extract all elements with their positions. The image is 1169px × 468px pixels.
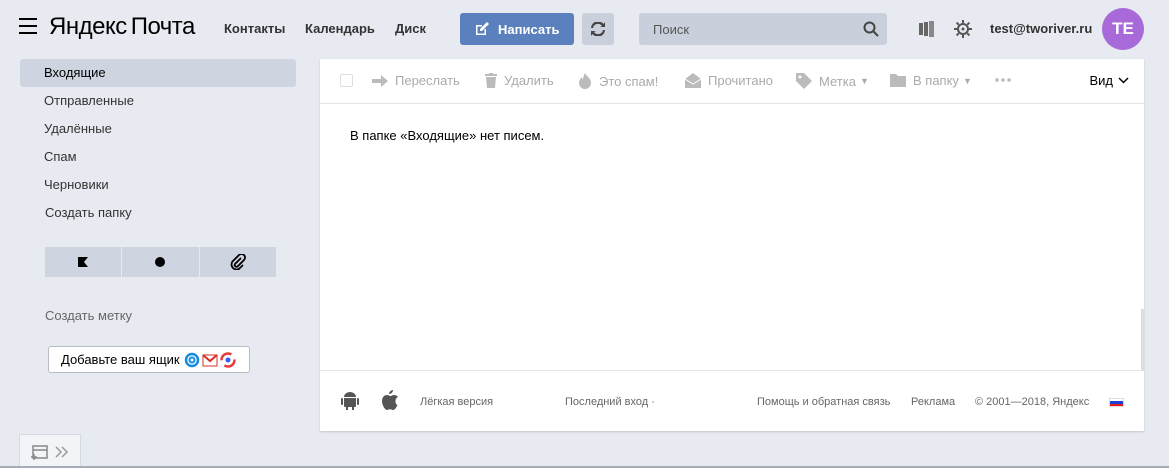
header: Яндекс Почта Контакты Календарь Диск Напи…	[0, 0, 1169, 58]
more-button[interactable]	[994, 71, 1019, 89]
label-button[interactable]: Метка ▼	[796, 73, 869, 89]
message-panel: Переслать Удалить Это спам! Прочитано Ме…	[320, 59, 1144, 431]
light-version-link[interactable]: Лёгкая версия	[420, 396, 493, 408]
search-icon[interactable]	[863, 21, 879, 37]
user-email[interactable]: test@tworiver.ru	[990, 21, 1092, 36]
to-folder-label: В папку	[913, 73, 959, 88]
calendar-panel-toggle[interactable]	[19, 434, 81, 468]
flag-icon	[78, 257, 89, 267]
more-icon	[995, 78, 1011, 82]
nav-calendar[interactable]: Календарь	[305, 21, 375, 36]
spam-button[interactable]: Это спам!	[578, 73, 658, 89]
sidebar-item-drafts[interactable]: Черновики	[20, 171, 296, 199]
filter-attachments-button[interactable]	[199, 247, 276, 277]
copyright: © 2001—2018, Яндекс	[975, 396, 1090, 408]
folder-icon	[890, 74, 906, 87]
last-login-link[interactable]: Последний вход ·	[565, 396, 655, 408]
avatar[interactable]: TE	[1102, 8, 1144, 50]
paperclip-icon	[230, 254, 246, 270]
create-folder-link[interactable]: Создать папку	[45, 205, 132, 220]
footer: Лёгкая версия Последний вход · Помощь и …	[320, 370, 1144, 431]
delete-label: Удалить	[504, 73, 554, 88]
calendar-add-icon	[31, 444, 48, 460]
nav-disk[interactable]: Диск	[395, 21, 426, 36]
add-mailbox-button[interactable]: Добавьте ваш ящик	[48, 346, 250, 373]
language-flag-icon[interactable]	[1109, 398, 1124, 407]
view-label: Вид	[1089, 73, 1113, 88]
dot-icon	[155, 257, 166, 267]
caret-down-icon: ▼	[962, 75, 972, 86]
search-input[interactable]	[639, 13, 859, 45]
read-label: Прочитано	[708, 73, 773, 88]
forward-label: Переслать	[395, 73, 460, 88]
rambler-icon	[219, 351, 236, 368]
mail-services-logos	[183, 351, 237, 369]
logo-product: Почта	[130, 13, 196, 40]
search-box	[639, 13, 887, 45]
menu-icon[interactable]	[19, 18, 37, 34]
envelope-open-icon	[685, 73, 701, 88]
trash-icon	[485, 73, 497, 88]
arrow-right-icon	[372, 74, 388, 87]
toolbar: Переслать Удалить Это спам! Прочитано Ме…	[320, 59, 1144, 104]
empty-folder-message: В папке «Входящие» нет писем.	[350, 128, 545, 143]
themes-icon[interactable]	[918, 20, 936, 38]
view-dropdown[interactable]: Вид	[1089, 73, 1129, 88]
scrollbar[interactable]	[1141, 309, 1144, 370]
sidebar-item-inbox[interactable]: Входящие	[20, 59, 296, 87]
sidebar-item-deleted[interactable]: Удалённые	[20, 115, 296, 143]
move-to-folder-button[interactable]: В папку ▼	[890, 73, 972, 88]
forward-button[interactable]: Переслать	[372, 73, 460, 88]
edit-icon	[476, 22, 489, 35]
tag-icon	[796, 73, 812, 89]
mark-read-button[interactable]: Прочитано	[685, 73, 773, 88]
sidebar-item-spam[interactable]: Спам	[20, 143, 296, 171]
select-all-checkbox[interactable]	[340, 74, 353, 87]
fire-icon	[579, 73, 591, 89]
nav-contacts[interactable]: Контакты	[224, 21, 285, 36]
ads-link[interactable]: Реклама	[911, 396, 955, 408]
sidebar-item-sent[interactable]: Отправленные	[20, 87, 296, 115]
apple-icon[interactable]	[381, 390, 399, 411]
caret-down-icon: ▼	[859, 76, 869, 86]
chevron-down-icon	[1118, 77, 1129, 84]
compose-label: Написать	[498, 21, 560, 37]
logo-brand: Яндекс	[49, 13, 127, 40]
compose-button[interactable]: Написать	[460, 13, 574, 45]
add-mailbox-label: Добавьте ваш ящик	[61, 352, 180, 367]
android-icon[interactable]	[341, 391, 359, 411]
delete-button[interactable]: Удалить	[485, 73, 554, 88]
spam-label: Это спам!	[599, 73, 659, 89]
filter-flagged-button[interactable]	[45, 247, 122, 277]
create-label-link[interactable]: Создать метку	[45, 308, 132, 323]
help-link[interactable]: Помощь и обратная связь	[757, 396, 890, 408]
refresh-icon	[591, 22, 605, 36]
quick-filters	[45, 247, 276, 277]
gmail-icon	[201, 353, 218, 366]
mailru-icon	[184, 352, 199, 367]
filter-unread-button[interactable]	[122, 247, 199, 277]
chevron-double-right-icon	[55, 445, 69, 458]
refresh-button[interactable]	[582, 13, 614, 45]
gear-icon[interactable]	[954, 20, 972, 38]
label-label: Метка	[819, 73, 856, 89]
logo[interactable]: Яндекс Почта	[49, 13, 195, 41]
